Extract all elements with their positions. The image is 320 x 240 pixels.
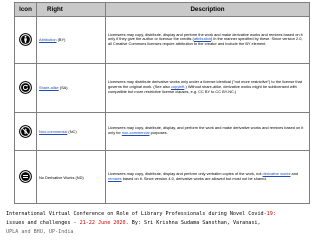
description-cell: Licensees may copy, distribute, display … <box>105 150 310 204</box>
right-suffix: (BY) <box>56 37 66 43</box>
description-cell: Licensees may copy, distribute, display … <box>105 16 310 64</box>
description-cell: Licensees may copy, distribute, display,… <box>105 111 310 152</box>
icon-column-header: Icon <box>14 2 37 17</box>
footer-line-2: issues and challenges - 21-22 June 2020.… <box>6 219 316 228</box>
attribution-link[interactable]: Attribution <box>39 37 57 42</box>
attribution-icon <box>19 33 32 47</box>
footer-line-1: International Virtual Conference on Role… <box>6 210 316 219</box>
description-non-commercial-link[interactable]: non-commercial <box>122 130 150 135</box>
remixes-link[interactable]: remixes <box>108 176 122 181</box>
no-derivatives-icon <box>19 170 32 184</box>
icon-cell <box>14 62 37 113</box>
description-text: purposes. <box>149 130 168 136</box>
icon-cell <box>14 150 37 204</box>
footer-date: 21-22 June 2020 <box>79 220 126 226</box>
right-suffix: (SA) <box>58 85 68 91</box>
right-cell: Non-commercial (NC) <box>36 111 106 152</box>
right-cell: Share-alike (SA) <box>36 62 106 113</box>
license-table: Icon Right Description Attribution (BY) … <box>14 2 310 204</box>
footer-topic: issues and challenges - <box>6 220 80 226</box>
right-cell: No Derivative Works (ND) <box>36 150 106 204</box>
share-alike-link[interactable]: Share-alike <box>39 85 59 90</box>
non-commercial-icon: $ <box>19 124 32 138</box>
table-row: $ Non-commercial (NC) Licensees may copy… <box>14 111 310 152</box>
right-column-header: Right <box>36 2 106 17</box>
footer-conference-name: International Virtual Conference on Role… <box>6 211 267 217</box>
footer-organizers: . By: Sri Krishna Sudama Sansthan, Varan… <box>125 220 261 226</box>
icon-cell: $ <box>14 111 37 152</box>
table-row: Attribution (BY) Licensees may copy, dis… <box>14 16 310 64</box>
conference-footer: International Virtual Conference on Role… <box>6 210 316 237</box>
table-header-row: Icon Right Description <box>14 2 310 17</box>
description-column-header: Description <box>105 2 310 17</box>
table-row: No Derivative Works (ND) Licensees may c… <box>14 150 310 204</box>
slide-page: Icon Right Description Attribution (BY) … <box>0 0 320 240</box>
no-derivatives-label: No Derivative Works (ND) <box>39 174 84 180</box>
description-text: and <box>290 171 299 177</box>
footer-covid-number: 19: <box>266 211 276 217</box>
icon-cell <box>14 16 37 64</box>
description-text: based on it. Since version 4.0, derivati… <box>121 176 267 182</box>
footer-line-3: UPLA and BHU, UP-India <box>6 229 74 235</box>
non-commercial-link[interactable]: Non-commercial <box>39 129 67 134</box>
right-cell: Attribution (BY) <box>36 16 106 64</box>
table-row: Share-alike (SA) Licensees may distribut… <box>14 62 310 113</box>
description-cell: Licensees may distribute derivative work… <box>105 62 310 113</box>
right-suffix: (NC) <box>67 128 77 134</box>
share-alike-icon <box>19 81 32 94</box>
